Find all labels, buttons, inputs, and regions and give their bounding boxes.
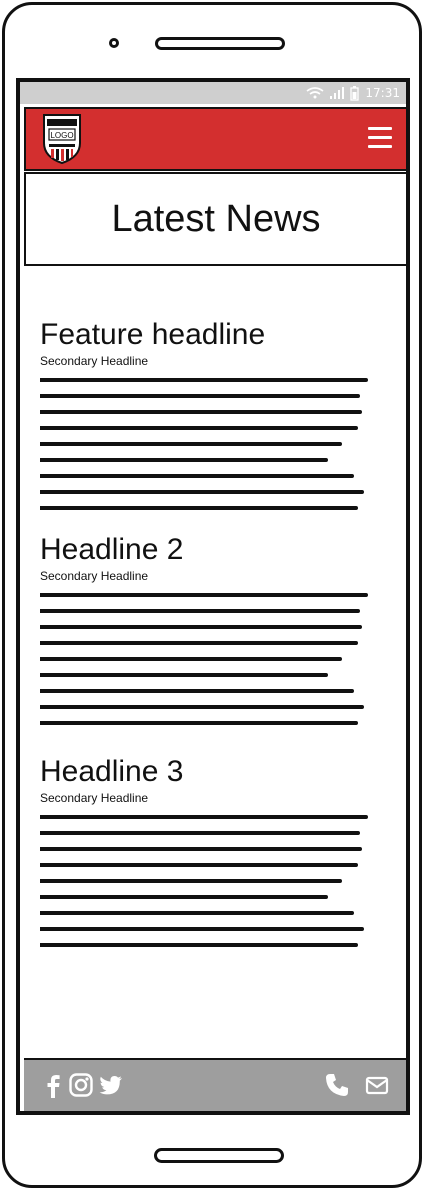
article-body-placeholder [40,378,368,510]
signal-icon [330,87,345,99]
instagram-icon[interactable] [68,1072,94,1098]
article-headline: Feature headline [40,318,266,351]
battery-icon [350,85,360,101]
article-secondary-headline: Secondary Headline [40,569,149,583]
facebook-icon[interactable] [40,1072,66,1098]
article-headline: Headline 2 [40,533,184,566]
article-body-placeholder [40,593,368,725]
camera-icon [109,38,119,48]
article-card[interactable]: Headline 2 Secondary Headline [40,533,380,725]
logo-label: LOGO [50,131,73,140]
speaker-grille [155,37,285,50]
twitter-icon[interactable] [98,1072,124,1098]
screen: 17:31 LOGO Latest News Feature headline … [16,78,410,1115]
article-body-placeholder [40,815,368,947]
page-title-box: Latest News [24,172,406,266]
wifi-icon [306,87,324,99]
phone-icon[interactable] [324,1072,350,1098]
article-card[interactable]: Headline 3 Secondary Headline [40,755,380,947]
status-bar: 17:31 [20,82,406,104]
article-headline: Headline 3 [40,755,184,788]
page-title: Latest News [111,197,321,240]
article-card[interactable]: Feature headline Secondary Headline [40,318,380,510]
article-secondary-headline: Secondary Headline [40,791,149,805]
mail-icon[interactable] [364,1072,390,1098]
hamburger-menu-icon[interactable] [368,127,392,149]
status-time: 17:31 [365,86,400,100]
app-header: LOGO [24,107,406,171]
article-secondary-headline: Secondary Headline [40,354,149,368]
home-button[interactable] [154,1148,284,1163]
app-footer [24,1058,406,1111]
logo[interactable]: LOGO [42,113,82,165]
